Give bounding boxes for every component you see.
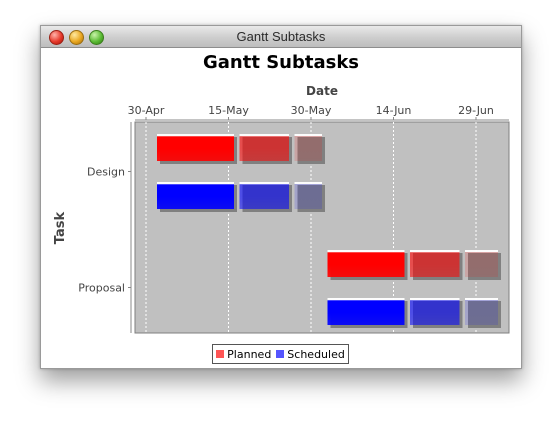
legend-swatch-scheduled <box>276 350 285 358</box>
date-tick-label: 29-Jun <box>458 104 494 117</box>
app-window: Gantt Subtasks Gantt Subtasks 30-Apr 15-M… <box>40 25 522 369</box>
bar-planned-proposal-2 <box>410 250 460 277</box>
bar-scheduled-design-3 <box>294 182 322 209</box>
bar-scheduled-proposal-1 <box>327 298 405 325</box>
legend-label-scheduled: Scheduled <box>287 347 345 361</box>
legend-swatch-planned <box>216 350 225 358</box>
bar-scheduled-proposal-3 <box>465 298 498 325</box>
bar-planned-proposal-3 <box>465 250 498 277</box>
bar-planned-design-2 <box>239 134 289 161</box>
task-axis-label: Task <box>53 211 68 244</box>
legend-item-planned: Planned <box>216 348 271 361</box>
bar-planned-proposal-1 <box>327 250 405 277</box>
bar-scheduled-design-1 <box>157 182 234 209</box>
bar-planned-design-3 <box>294 134 322 161</box>
date-tick-label: 30-Apr <box>128 104 165 117</box>
task-tick-label: Design <box>87 166 125 179</box>
date-axis-label: Date <box>306 84 338 98</box>
date-tick-label: 30-May <box>291 104 332 117</box>
legend-label-planned: Planned <box>227 347 272 361</box>
chart-legend: Planned Scheduled <box>212 344 349 364</box>
date-tick-label: 15-May <box>208 104 249 117</box>
task-tick-label: Proposal <box>78 282 125 295</box>
bar-scheduled-proposal-2 <box>410 298 460 325</box>
date-tick-label: 14-Jun <box>376 104 412 117</box>
bar-planned-design-1 <box>157 134 234 161</box>
gantt-chart: 30-Apr 15-May 30-May 14-Jun 29-Jun Date Design… <box>53 84 510 334</box>
bar-scheduled-design-2 <box>239 182 289 209</box>
legend-item-scheduled: Scheduled <box>276 348 345 361</box>
